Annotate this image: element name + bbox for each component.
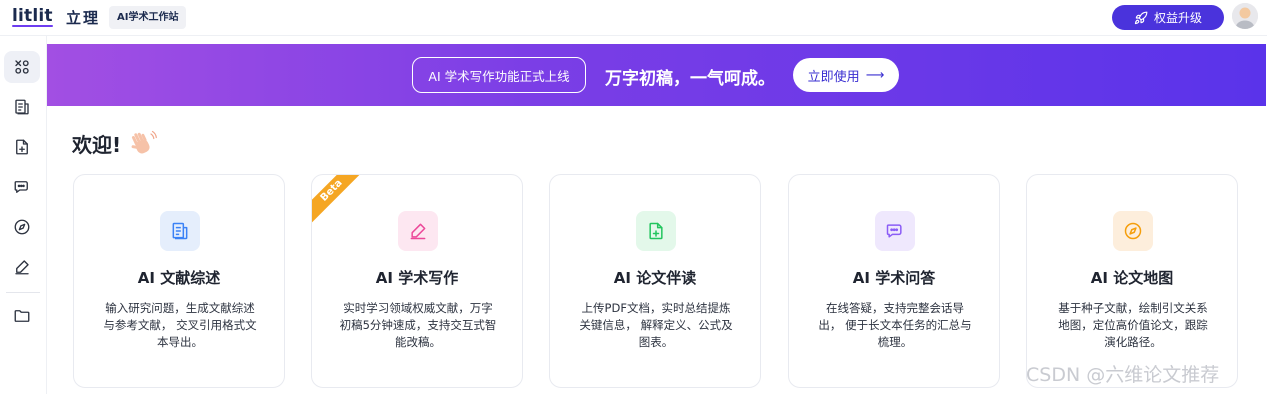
card-description: 基于种子文献，绘制引文关系地图，定位高价值论文，跟踪演化路径。 <box>1058 301 1208 349</box>
welcome-text: 欢迎! <box>72 132 122 157</box>
sidebar-item-qa[interactable] <box>4 171 40 203</box>
card-description: 输入研究问题，生成文献综述与参考文献， 交叉引用格式文本导出。 <box>103 301 257 349</box>
station-badge: AI学术工作站 <box>109 6 187 29</box>
document-icon <box>172 222 188 240</box>
card-description: 实时学习领域权威文献，万字初稿5分钟速成，支持交互式智能改稿。 <box>339 301 497 349</box>
sidebar-item-literature-review[interactable] <box>4 91 40 123</box>
card-literature-review[interactable]: AI 文献综述 输入研究问题，生成文献综述与参考文献， 交叉引用格式文本导出。 <box>73 174 285 388</box>
card-icon-container <box>1113 211 1153 251</box>
folder-icon <box>14 310 30 322</box>
card-academic-writing[interactable]: Beta AI 学术写作 实时学习领域权威文献，万字初稿5分钟速成，支持交互式智… <box>311 174 523 388</box>
avatar[interactable] <box>1232 3 1258 29</box>
logo-cn: 立理 <box>66 9 101 27</box>
sidebar-item-writing[interactable] <box>4 131 40 163</box>
card-title: AI 论文伴读 <box>613 269 697 287</box>
card-title: AI 学术问答 <box>852 269 936 287</box>
arrow-right-icon: ⟶ <box>865 67 885 83</box>
beta-badge: Beta <box>312 175 365 224</box>
card-academic-qa[interactable]: AI 学术问答 在线答疑，支持完整会话导出， 便于长文本任务的汇总与梳理。 <box>788 174 1000 388</box>
card-paper-reading[interactable]: AI 论文伴读 上传PDF文档，实时总结提炼关键信息， 解释定义、公式及图表。 <box>549 174 761 388</box>
welcome-heading: 欢迎! <box>72 128 158 158</box>
waving-hand-icon <box>131 130 158 154</box>
chat-icon <box>14 181 28 193</box>
use-now-label: 立即使用 <box>807 69 860 85</box>
card-title: AI 论文地图 <box>1090 269 1174 287</box>
sidebar-item-home[interactable] <box>4 51 40 83</box>
logo-underline <box>12 25 53 27</box>
upgrade-label: 权益升级 <box>1153 11 1202 25</box>
card-icon-container <box>636 211 676 251</box>
pen-icon <box>410 223 426 240</box>
banner-announcement: AI 学术写作功能正式上线 <box>412 57 586 93</box>
sidebar-item-edit[interactable] <box>4 251 40 283</box>
card-paper-map[interactable]: AI 论文地图 基于种子文献，绘制引文关系地图，定位高价值论文，跟踪演化路径。 <box>1026 174 1238 388</box>
sidebar-item-files[interactable] <box>4 300 40 332</box>
file-add-icon <box>649 222 663 240</box>
top-header: litlit 立理 AI学术工作站 权益升级 <box>0 0 1267 36</box>
csdn-watermark: CSDN @六维论文推荐 <box>1026 364 1220 386</box>
apps-icon <box>15 60 29 74</box>
card-icon-container <box>160 211 200 251</box>
document-icon <box>15 99 29 115</box>
sidebar-divider <box>6 292 40 293</box>
card-icon-container <box>875 211 915 251</box>
sidebar <box>0 36 47 394</box>
compass-icon <box>14 219 30 235</box>
logo[interactable]: litlit <box>12 6 53 26</box>
chat-icon <box>886 224 902 238</box>
banner-slogan: 万字初稿，一气呵成。 <box>605 69 775 89</box>
promo-banner: AI 学术写作功能正式上线 万字初稿，一气呵成。 立即使用 ⟶ <box>47 44 1266 106</box>
card-title: AI 学术写作 <box>375 269 459 287</box>
rocket-icon <box>1134 11 1148 24</box>
compass-icon <box>1124 222 1142 240</box>
card-description: 在线答疑，支持完整会话导出， 便于长文本任务的汇总与梳理。 <box>818 301 972 349</box>
use-now-button[interactable]: 立即使用 ⟶ <box>793 58 899 92</box>
pen-icon <box>15 260 29 275</box>
upgrade-button[interactable]: 权益升级 <box>1112 5 1224 30</box>
card-title: AI 文献综述 <box>137 269 221 287</box>
sidebar-item-map[interactable] <box>4 211 40 243</box>
card-description: 上传PDF文档，实时总结提炼关键信息， 解释定义、公式及图表。 <box>579 301 733 349</box>
user-avatar-icon <box>1232 3 1258 29</box>
file-add-icon <box>16 139 28 155</box>
card-icon-container <box>398 211 438 251</box>
